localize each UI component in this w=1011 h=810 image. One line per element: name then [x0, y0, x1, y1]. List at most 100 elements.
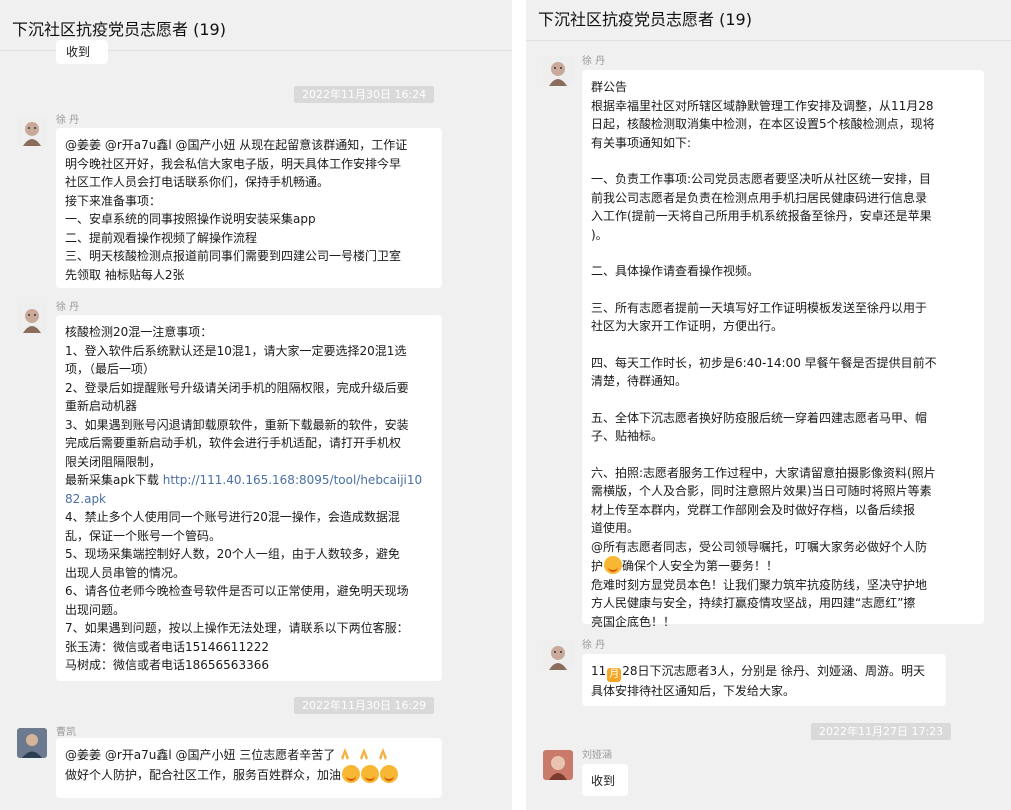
message-line: 明今晚社区开好，我会私信大家电子版，明天具体工作安排今早 — [65, 156, 402, 171]
fighting-face-icon — [361, 764, 380, 783]
avatar[interactable] — [17, 116, 47, 146]
message-text: 护 — [591, 559, 604, 573]
message-line: 张玉涛：微信或者电话15146611222 — [65, 639, 269, 654]
message-line: )。 — [591, 227, 608, 242]
message-line: 四、每天工作时长，初步是6:40-14:00 早餐午餐是否提供目前不 — [591, 355, 937, 370]
message-line: 子、贴袖标。 — [591, 429, 664, 443]
sender-name: 曹凯 — [56, 727, 76, 738]
message-line: 11 月 28日下沉志愿者3人，分别是 徐丹、刘娅涵、周游。明天 — [591, 662, 937, 682]
message-line: 完成后需要重新启动手机，软件会进行手机适配，请打开手机权 — [65, 436, 402, 450]
message-line: @姜姜 @r开a7u鑫l @国产小妞 三位志愿者辛苦了 — [65, 746, 433, 765]
message-text: 11 — [591, 664, 607, 678]
message-line: 材上传至本群内，党群工作部刚会及时做好存档，以备后续报 — [591, 502, 916, 517]
message-line: 3、如果遇到账号闪退请卸载原软件，重新下载最新的软件，安装 — [65, 417, 409, 432]
message-line: 社区为大家开工作证明，方便出行。 — [591, 319, 784, 333]
calendar-icon: 月 — [607, 668, 622, 682]
avatar[interactable] — [17, 728, 47, 758]
message-line: 二、具体操作请查看操作视频。 — [591, 264, 760, 278]
message-line: 危难时刻方显党员本色！让我们聚力筑牢抗疫防线，坚决守护地 — [591, 577, 928, 592]
message-line: 亮国企底色！！ — [591, 614, 676, 629]
message-line: 7、如果遇到问题，按以上操作无法处理，请联系以下两位客服： — [65, 621, 409, 635]
message-line: 日起，核酸检测取消集中检测，在本区设置5个核酸检测点，现将 — [591, 117, 935, 131]
message-line: 6、请各位老师今晚检查号软件是否可以正常使用，避免明天现场 — [65, 584, 409, 598]
message-line: 社区工作人员会打电话联系你们，保持手机畅通。 — [65, 175, 330, 189]
message-line: 入工作(提前一天将自己所用手机系统报备至徐丹，安卓还是苹果 — [591, 209, 932, 223]
message-line: 二、提前观看操作视频了解操作流程 — [65, 230, 258, 245]
announcement-heading: 群公告 — [591, 80, 628, 94]
message-line: 五、全体下沉志愿者换好防疫服后统一穿着四建志愿者马甲、帽 — [591, 410, 928, 425]
message-line: 马树成：微信或者电话18656563366 — [65, 658, 269, 672]
message-text: 收到 — [66, 45, 91, 59]
message-text: 28日下沉志愿者3人，分别是 徐丹、刘娅涵、周游。明天 — [622, 664, 926, 678]
sender-name: 徐 丹 — [582, 640, 606, 651]
message-line: 一、负责工作事项:公司党员志愿者要坚决听从社区统一安排，目 — [591, 172, 932, 186]
download-link[interactable]: http://111.40.165.168:8095/tool/hebcaiji… — [163, 473, 422, 487]
message-bubble[interactable]: @姜姜 @r开a7u鑫l @国产小妞 三位志愿者辛苦了 做好个人防护，配合社区工… — [56, 738, 442, 798]
timestamp: 2022年11月30日 16:29 — [294, 697, 435, 714]
message-line: 4、禁止多个人使用同一个账号进行20混一操作，会造成数据混 — [65, 510, 400, 524]
title-divider — [526, 40, 1011, 41]
download-link-continued[interactable]: 82.apk — [65, 490, 433, 509]
avatar[interactable] — [543, 750, 573, 780]
message-line: 前我公司志愿者是负责在检测点用手机扫居民健康码进行信息录 — [591, 190, 928, 205]
sender-name: 徐 丹 — [56, 115, 80, 126]
sender-name: 徐 丹 — [582, 56, 606, 67]
message-line: 重新启动机器 — [65, 399, 138, 413]
message-text: @姜姜 @r开a7u鑫l @国产小妞 三位志愿者辛苦了 — [65, 748, 336, 762]
timestamp: 2022年11月30日 16:24 — [294, 86, 435, 103]
group-announcement-bubble[interactable]: 群公告 根据幸福里社区对所辖区域静默管理工作安排及调整，从11月28 日起，核酸… — [582, 70, 984, 629]
message-line: 2、登录后如提醒账号升级请关闭手机的阻隔权限，完成升级后要 — [65, 380, 409, 395]
avatar[interactable] — [17, 303, 47, 333]
message-line: 一、安卓系统的同事按照操作说明安装采集app — [65, 212, 316, 226]
message-line: 有关事项通知如下: — [591, 135, 692, 150]
link-prefix: 最新采集apk下载 — [65, 473, 163, 487]
message-bubble[interactable]: 收到 — [582, 764, 628, 796]
message-line: 核酸检测20混一注意事项： — [65, 325, 213, 339]
chat-title: 下沉社区抗疫党员志愿者 (19) — [526, 0, 1011, 40]
message-line: @姜姜 @r开a7u鑫l @国产小妞 从现在起留意该群通知，工作证 — [65, 138, 408, 152]
avatar[interactable] — [543, 640, 573, 670]
message-line: 出现人员串管的情况。 — [65, 565, 186, 580]
message-line: 限关闭阻隔限制， — [65, 454, 162, 469]
message-text: 做好个人防护，配合社区工作，服务百姓群众，加油 — [65, 767, 342, 782]
message-bubble[interactable]: @姜姜 @r开a7u鑫l @国产小妞 从现在起留意该群通知，工作证 明今晚社区开… — [56, 128, 442, 288]
message-bubble[interactable]: 核酸检测20混一注意事项： 1、登入软件后系统默认还是10混1，请大家一定要选择… — [56, 315, 442, 681]
message-line: 道使用。 — [591, 521, 640, 535]
message-line: 出现问题。 — [65, 602, 126, 617]
message-text: 确保个人安全为第一要务！！ — [622, 559, 779, 573]
message-bubble-top-snippet[interactable]: 收到 — [56, 40, 108, 64]
message-text: 收到 — [591, 774, 616, 788]
fighting-face-icon — [342, 764, 361, 783]
message-line: 接下来准备事项： — [65, 193, 162, 208]
message-line: @所有志愿者同志，受公司领导嘱托，叮嘱大家务必做好个人防 — [591, 539, 928, 554]
fighting-face-icon — [604, 556, 623, 574]
timestamp: 2022年11月27日 17:23 — [811, 723, 952, 740]
praying-hands-icon — [379, 748, 388, 760]
message-line: 乱，保证一个账号一个管码。 — [65, 528, 222, 543]
message-line: 需横版，个人及合影，同时注意照片效果)当日可随时将照片等素 — [591, 484, 932, 498]
fighting-face-icon — [380, 764, 399, 783]
praying-hands-icon — [360, 748, 369, 760]
praying-hands-icon — [341, 748, 350, 760]
sender-name: 徐 丹 — [56, 302, 80, 313]
message-line: 三、明天核酸检测点报道前同事们需要到四建公司一号楼门卫室 — [65, 249, 402, 263]
chat-window-left: 下沉社区抗疫党员志愿者 (19) 收到 2022年11月30日 16:24 徐 … — [0, 0, 512, 810]
message-line: 项，（最后一项） — [65, 362, 156, 376]
avatar[interactable] — [543, 56, 573, 86]
message-line: 清楚，待群通知。 — [591, 374, 688, 388]
chat-window-right: 下沉社区抗疫党员志愿者 (19) 徐 丹 群公告 根据幸福里社区对所辖区域静默管… — [526, 0, 1011, 810]
sender-name: 刘娅涵 — [582, 750, 612, 761]
message-line: 根据幸福里社区对所辖区域静默管理工作安排及调整，从11月28 — [591, 98, 934, 113]
message-line: 做好个人防护，配合社区工作，服务百姓群众，加油 — [65, 764, 433, 785]
message-line: 5、现场采集端控制好人数，20个人一组，由于人数较多，避免 — [65, 547, 400, 561]
message-line: 三、所有志愿者提前一天填写好工作证明模板发送至徐丹以用于 — [591, 300, 928, 315]
message-line: 1、登入软件后系统默认还是10混1，请大家一定要选择20混1选 — [65, 343, 407, 358]
message-line: 护 确保个人安全为第一要务！！ — [591, 556, 975, 576]
message-line: 具体安排待社区通知后，下发给大家。 — [591, 684, 796, 698]
message-bubble[interactable]: 11 月 28日下沉志愿者3人，分别是 徐丹、刘娅涵、周游。明天 具体安排待社区通知… — [582, 654, 946, 706]
